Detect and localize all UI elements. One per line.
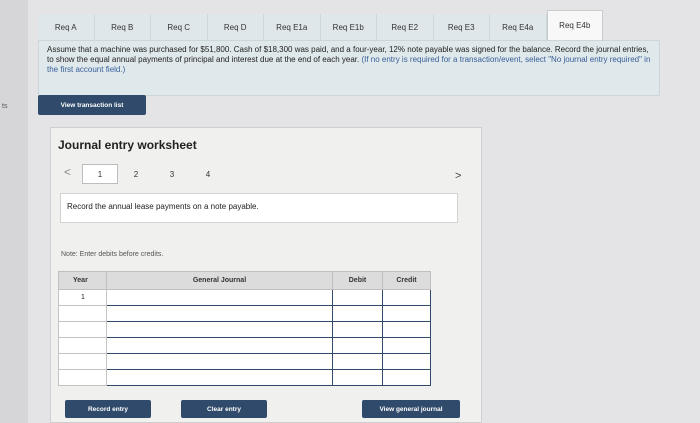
- debit-input[interactable]: [332, 337, 383, 354]
- account-input[interactable]: [106, 353, 333, 370]
- tab-req-e2[interactable]: Req E2: [377, 14, 434, 40]
- edge-label: ts: [2, 103, 8, 110]
- question-box: Assume that a machine was purchased for …: [38, 40, 660, 96]
- table-row: [58, 305, 431, 322]
- debit-input[interactable]: [332, 353, 383, 370]
- tab-req-c[interactable]: Req C: [151, 14, 208, 40]
- general-journal-header: General Journal: [106, 271, 333, 290]
- journal-table: Year General Journal Debit Credit 1: [58, 271, 431, 386]
- requirement-tabs: Req A Req B Req C Req D Req E1a Req E1b …: [38, 10, 698, 40]
- year-cell: [58, 337, 107, 354]
- step-4[interactable]: 4: [190, 164, 226, 184]
- table-row: 1: [58, 289, 431, 306]
- credit-input[interactable]: [382, 305, 431, 322]
- record-entry-button[interactable]: Record entry: [65, 400, 151, 418]
- year-cell: [58, 305, 107, 322]
- tab-req-e4a[interactable]: Req E4a: [490, 14, 547, 40]
- debits-credits-note: Note: Enter debits before credits.: [61, 251, 164, 258]
- next-step-chevron-icon[interactable]: >: [455, 170, 461, 182]
- tab-req-e1a[interactable]: Req E1a: [264, 14, 321, 40]
- year-cell: [58, 353, 107, 370]
- tab-req-e3[interactable]: Req E3: [433, 14, 490, 40]
- tab-req-b[interactable]: Req B: [94, 14, 151, 40]
- worksheet-title: Journal entry worksheet: [58, 138, 197, 152]
- credit-input[interactable]: [382, 289, 431, 306]
- debit-input[interactable]: [332, 369, 383, 386]
- credit-input[interactable]: [382, 353, 431, 370]
- clear-entry-button[interactable]: Clear entry: [181, 400, 267, 418]
- credit-header: Credit: [382, 271, 431, 290]
- year-cell: [58, 321, 107, 338]
- debit-input[interactable]: [332, 321, 383, 338]
- year-header: Year: [58, 271, 107, 290]
- debit-input[interactable]: [332, 305, 383, 322]
- account-input[interactable]: [106, 305, 333, 322]
- debit-header: Debit: [332, 271, 383, 290]
- account-input[interactable]: [106, 337, 333, 354]
- instruction-text: Record the annual lease payments on a no…: [67, 202, 259, 211]
- account-input[interactable]: [106, 369, 333, 386]
- left-edge-strip: [0, 0, 28, 423]
- prev-step-chevron-icon[interactable]: <: [64, 165, 71, 179]
- table-row: [58, 321, 431, 338]
- debit-input[interactable]: [332, 289, 383, 306]
- step-1[interactable]: 1: [82, 164, 118, 184]
- view-general-journal-button[interactable]: View general journal: [362, 400, 460, 418]
- tab-req-d[interactable]: Req D: [207, 14, 264, 40]
- tab-req-e4b[interactable]: Req E4b: [546, 10, 603, 40]
- year-cell: 1: [58, 289, 107, 306]
- view-transaction-list-button[interactable]: View transaction list: [38, 95, 146, 115]
- credit-input[interactable]: [382, 369, 431, 386]
- table-row: [58, 369, 431, 386]
- journal-header-row: Year General Journal Debit Credit: [58, 271, 431, 290]
- table-row: [58, 353, 431, 370]
- instruction-box: Record the annual lease payments on a no…: [60, 193, 458, 223]
- year-cell: [58, 369, 107, 386]
- step-3[interactable]: 3: [154, 164, 190, 184]
- step-2[interactable]: 2: [118, 164, 154, 184]
- tab-req-a[interactable]: Req A: [38, 14, 95, 40]
- account-input[interactable]: [106, 289, 333, 306]
- table-row: [58, 337, 431, 354]
- credit-input[interactable]: [382, 337, 431, 354]
- tab-req-e1b[interactable]: Req E1b: [320, 14, 377, 40]
- account-input[interactable]: [106, 321, 333, 338]
- step-pager: 1 2 3 4: [82, 164, 226, 184]
- credit-input[interactable]: [382, 321, 431, 338]
